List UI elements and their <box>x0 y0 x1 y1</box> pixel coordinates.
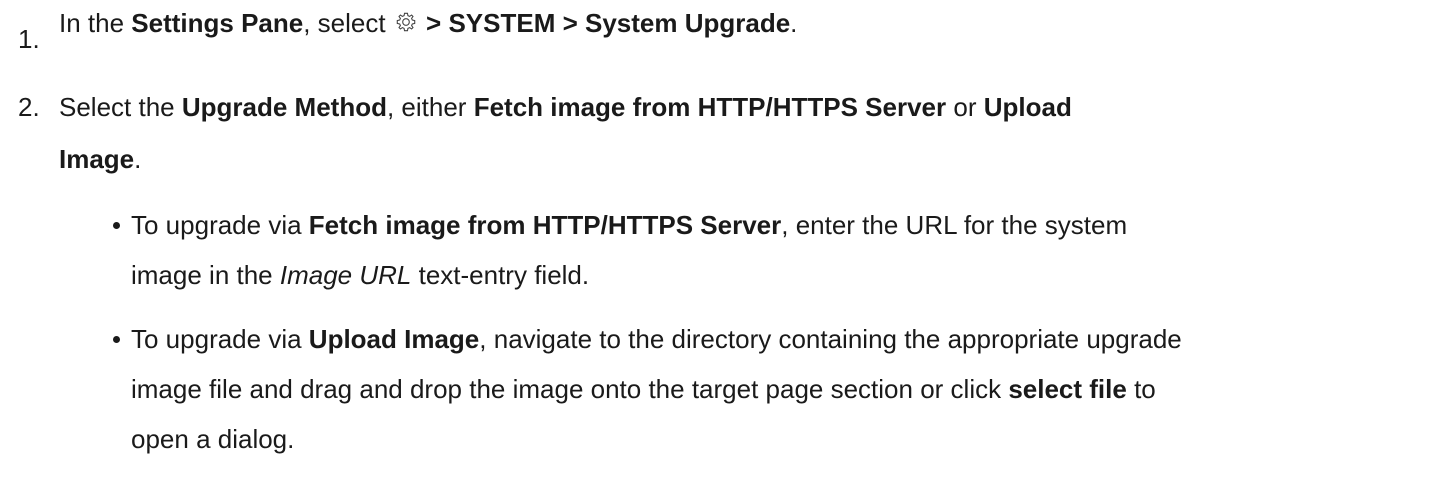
bullet-2-line-1: To upgrade via Upload Image, navigate to… <box>131 326 1182 352</box>
bullet-2-prefix: To upgrade via <box>131 324 309 354</box>
step-2-number: 2. <box>18 92 40 122</box>
step-2-line-2: Image. <box>59 146 141 172</box>
settings-path: > SYSTEM > System Upgrade <box>418 8 791 38</box>
select-file-label: select file <box>1008 374 1127 404</box>
bullet-1-prefix: To upgrade via <box>131 210 309 240</box>
step-2-or: or <box>946 92 984 122</box>
step-2-either: , either <box>386 92 474 122</box>
bullet-2-line-2-prefix: image file and drag and drop the image o… <box>131 374 1009 404</box>
step-1-select: , select <box>303 8 393 38</box>
upload-image-label: Upload Image <box>308 324 480 354</box>
gear-icon <box>396 12 416 32</box>
bullet-2-line-2-suffix: to <box>1126 374 1156 404</box>
upload-option-label-part-2: Image <box>59 144 135 174</box>
settings-pane-label: Settings Pane <box>131 8 304 38</box>
bullet-2-line-3: open a dialog. <box>131 426 294 452</box>
bullet-2-line-1-suffix: , navigate to the directory containing t… <box>479 324 1182 354</box>
step-1-prefix: In the <box>59 8 132 38</box>
step-2-prefix: Select the <box>59 92 182 122</box>
step-2-end: . <box>134 144 142 174</box>
step-1-end: . <box>790 8 798 38</box>
bullet-1-line-2: image in the Image URL text-entry field. <box>131 262 589 288</box>
bullet-icon <box>113 336 120 343</box>
fetch-option-label: Fetch image from HTTP/HTTPS Server <box>473 92 947 122</box>
bullet-2-line-3: open a dialog. <box>131 424 295 454</box>
bullet-1-line-2-prefix: image in the <box>131 260 280 290</box>
bullet-2-line-2: image file and drag and drop the image o… <box>131 376 1156 402</box>
upload-option-label-part-1: Upload <box>983 92 1072 122</box>
bullet-1-line-2-suffix: text-entry field. <box>411 260 590 290</box>
image-url-field-name: Image URL <box>279 260 412 290</box>
step-1-text: In the Settings Pane, select > SYSTEM > … <box>59 10 797 36</box>
bullet-icon <box>113 222 120 229</box>
step-2-line-1: Select the Upgrade Method, either Fetch … <box>59 94 1072 120</box>
fetch-option-label: Fetch image from HTTP/HTTPS Server <box>308 210 782 240</box>
bullet-1-line-1: To upgrade via Fetch image from HTTP/HTT… <box>131 212 1127 238</box>
bullet-1-mid: , enter the URL for the system <box>781 210 1128 240</box>
step-1-number: 1. <box>18 24 40 54</box>
upgrade-method-label: Upgrade Method <box>181 92 387 122</box>
